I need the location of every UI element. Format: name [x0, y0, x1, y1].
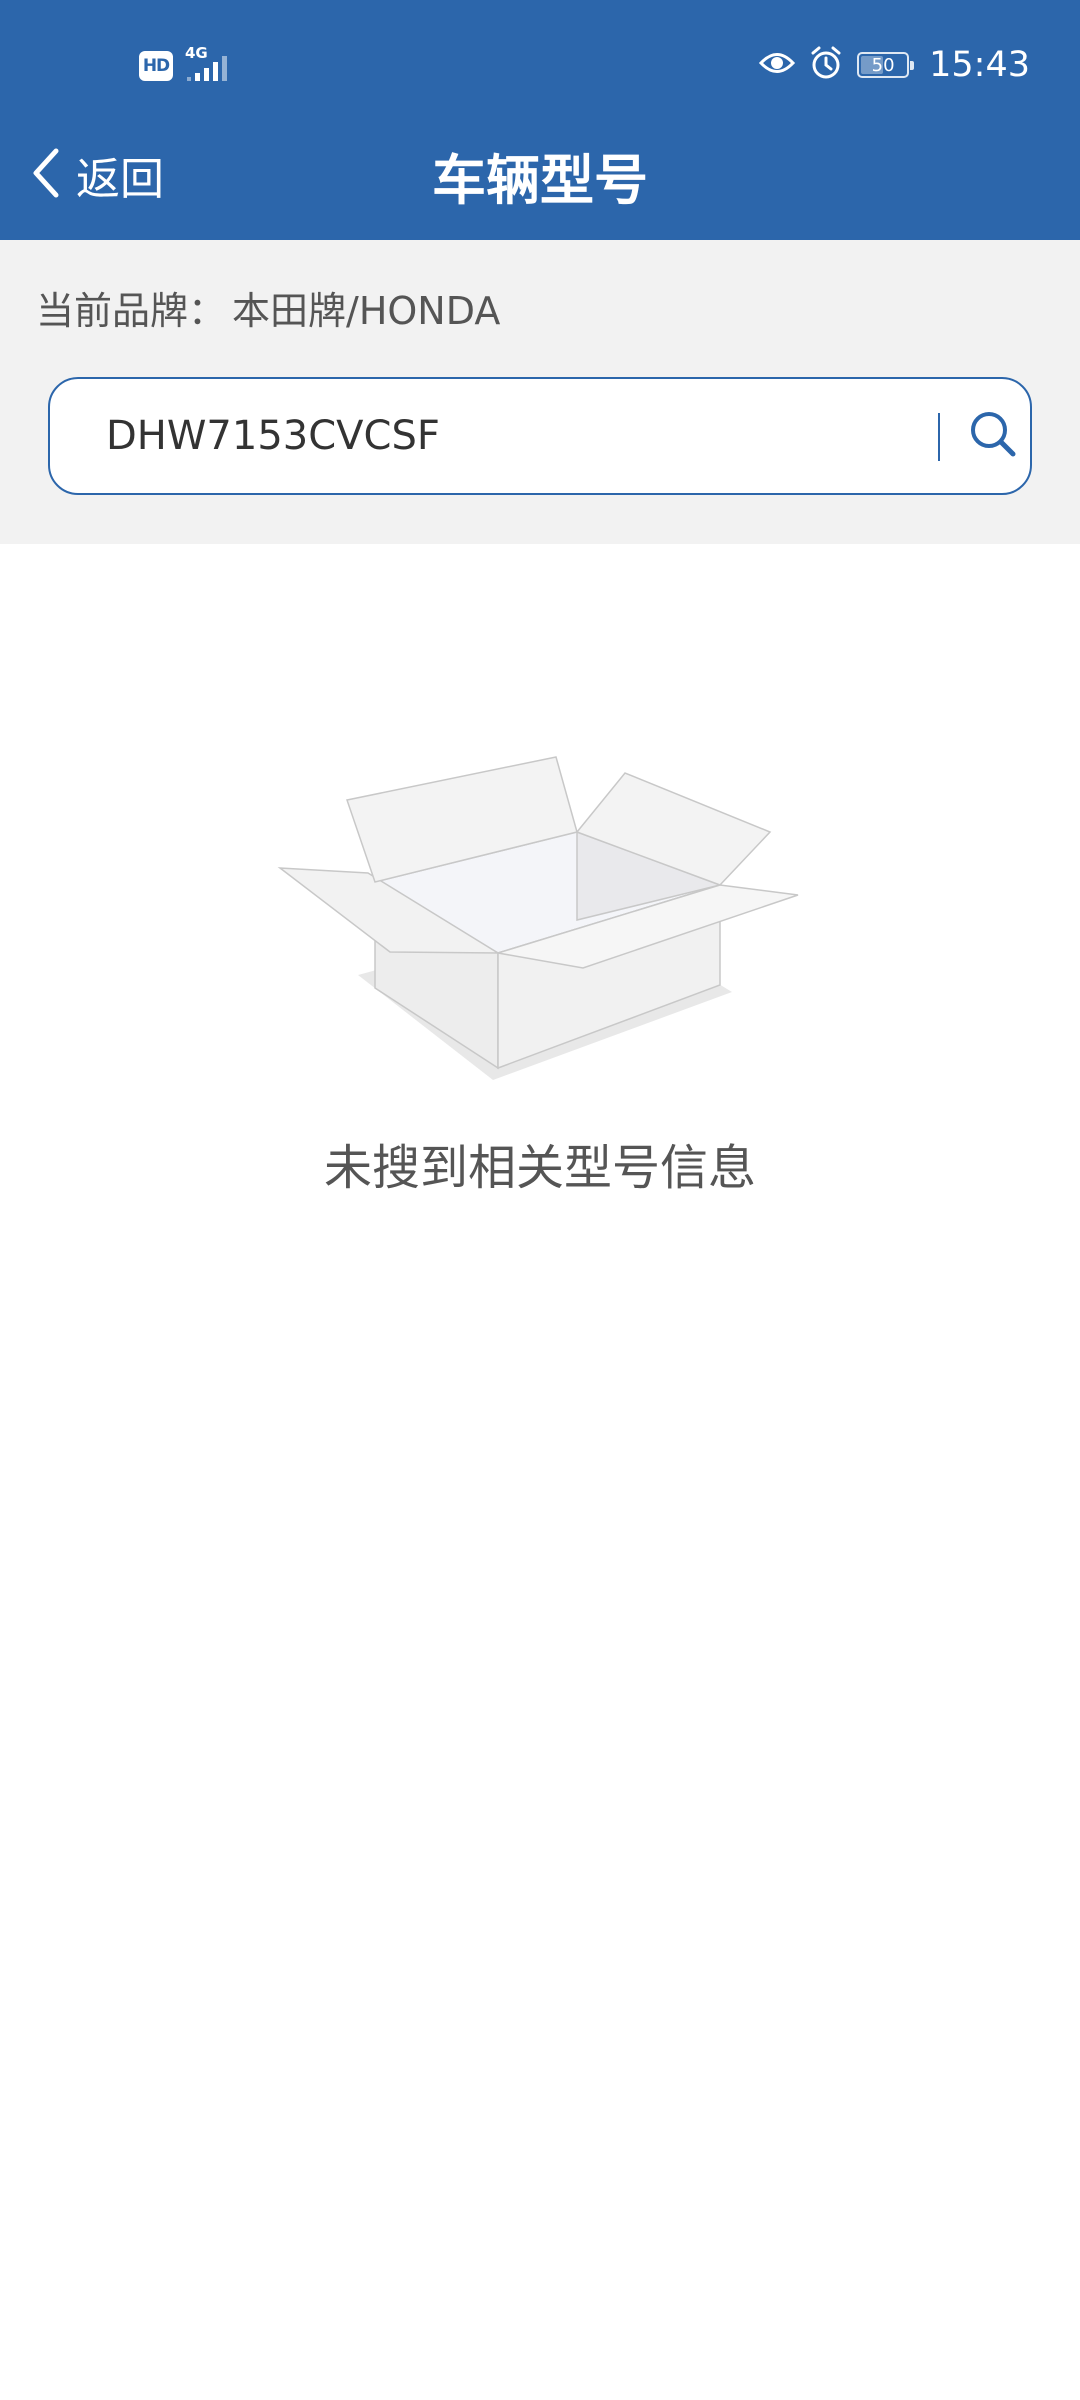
current-brand: 当前品牌： 本田牌/HONDA [36, 280, 500, 335]
search-icon [967, 408, 1019, 464]
battery-level: 50 [871, 54, 895, 76]
current-brand-label: 当前品牌： [36, 289, 227, 333]
signal-icon: 4G [185, 45, 245, 85]
search-button[interactable] [958, 401, 1028, 471]
hd-label: HD [142, 56, 170, 76]
page-title: 车辆型号 [432, 149, 648, 212]
status-time: 15:43 [929, 45, 1030, 85]
battery-icon: 50 [857, 52, 915, 78]
search-input[interactable] [106, 379, 926, 493]
app-header: HD 4G 50 15:43 返回 车辆型号 [0, 0, 1080, 240]
alarm-clock-icon [809, 45, 843, 85]
hd-icon: HD [139, 51, 173, 81]
empty-box-icon [270, 740, 810, 1090]
status-bar-left: HD 4G [139, 45, 245, 86]
search-box [48, 377, 1032, 495]
status-bar-right: 50 15:43 [759, 40, 1030, 90]
search-divider [938, 413, 940, 461]
current-brand-value: 本田牌/HONDA [232, 289, 501, 333]
eye-icon [759, 48, 796, 82]
empty-state-message: 未搜到相关型号信息 [323, 1140, 756, 1196]
